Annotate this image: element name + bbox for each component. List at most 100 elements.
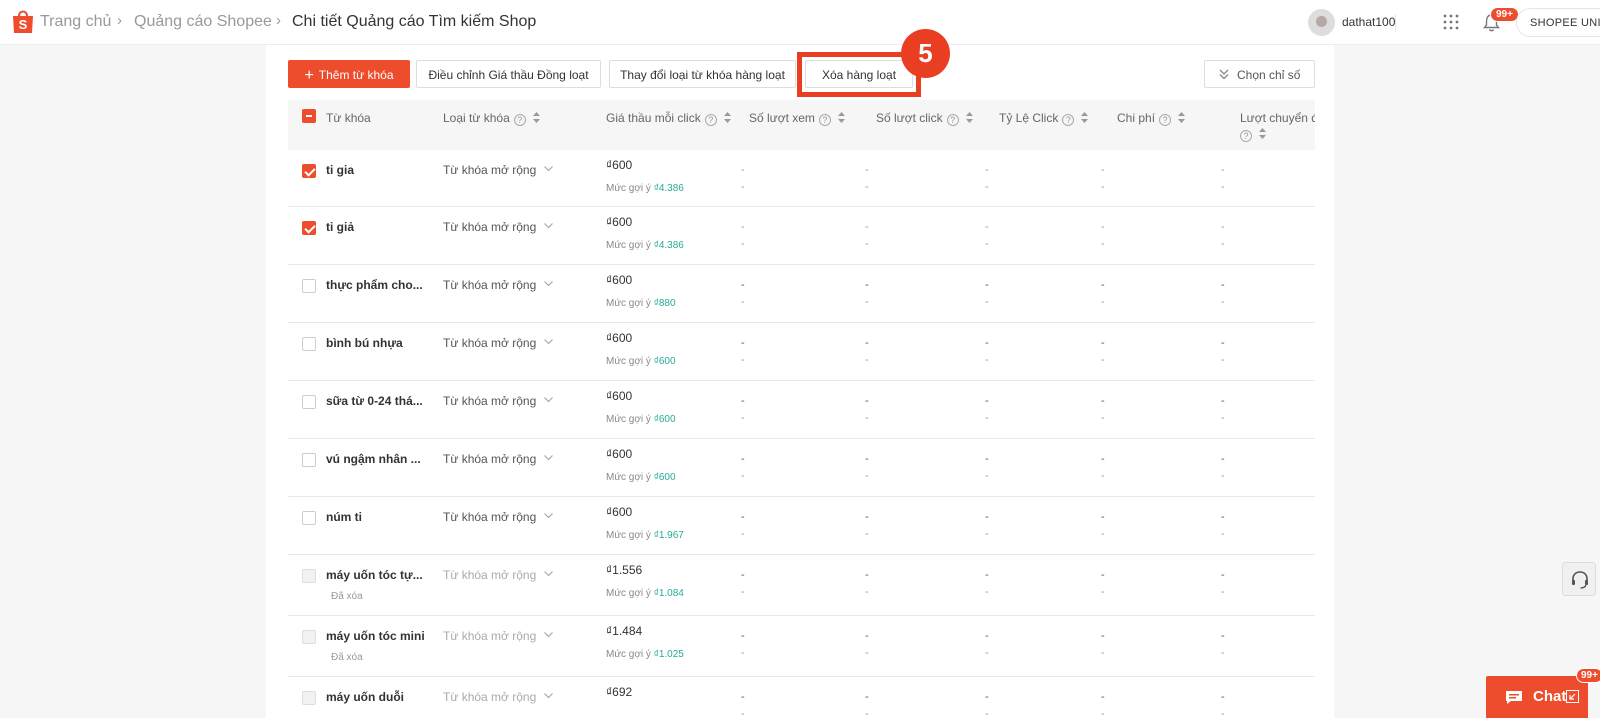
metric-sub-value: - [1221,470,1225,482]
sort-icon[interactable] [837,112,845,123]
keyword-type-value: Từ khóa mở rộng [443,690,537,704]
metric-value: - [741,511,745,523]
col-header-views[interactable]: Số lượt xem? [749,111,845,126]
keyword-type-dropdown[interactable]: Từ khóa mở rộng [443,394,554,408]
chevron-down-icon [544,397,554,403]
col-header-ctr[interactable]: Tỷ Lệ Click? [999,111,1089,126]
keyword-text: máy uốn tóc tự... [326,568,423,582]
metric-value: - [1221,395,1225,407]
row-checkbox[interactable] [302,279,316,293]
metric-value: - [741,221,745,233]
sort-icon[interactable] [1178,112,1186,123]
keyword-type-dropdown[interactable]: Từ khóa mở rộng [443,510,554,524]
keyword-text: núm ti [326,510,362,524]
bid-value[interactable]: ₫600 [606,215,632,229]
col-header-clicks[interactable]: Số lượt click? [876,111,973,126]
sort-icon[interactable] [965,112,973,123]
username[interactable]: dathat100 [1342,15,1395,29]
shopee-logo-icon[interactable]: S [12,8,34,34]
bid-value[interactable]: ₫600 [606,158,632,172]
keyword-type-dropdown: Từ khóa mở rộng [443,568,554,582]
metric-sub-value: - [985,708,989,718]
adjust-bid-bulk-button[interactable]: Điều chỉnh Giá thầu Đồng loạt [416,60,601,88]
add-keyword-button[interactable]: + Thêm từ khóa [288,60,410,88]
metric-value: - [1101,337,1105,349]
help-icon[interactable]: ? [818,114,831,126]
bid-value[interactable]: ₫600 [606,273,632,287]
shopee-uni-button[interactable]: SHOPEE UNI [1516,8,1600,37]
keyword-text: ti giả [326,220,355,234]
bid-value[interactable]: ₫1.484 [606,624,642,638]
metric-sub-value: - [865,586,869,598]
keyword-type-dropdown[interactable]: Từ khóa mở rộng [443,452,554,466]
sort-icon[interactable] [1081,112,1089,123]
sort-icon[interactable] [1259,128,1266,139]
suggested-bid-value: ₫4.386 [653,183,684,194]
metric-value: - [1221,279,1225,291]
bid-value[interactable]: ₫600 [606,331,632,345]
row-checkbox[interactable] [302,511,316,525]
metric-value: - [1221,453,1225,465]
help-icon[interactable]: ? [1240,130,1252,142]
row-checkbox[interactable] [302,164,316,178]
table-row: máy uốn tóc mini Đã xóa Từ khóa mở rộng ₫1.… [288,616,1315,677]
bid-value[interactable]: ₫1.556 [606,563,642,577]
metric-value: - [985,164,989,176]
help-icon[interactable]: ? [946,114,959,126]
chevron-right-icon: › [276,12,281,29]
keyword-type-value: Từ khóa mở rộng [443,452,537,466]
bid-value[interactable]: ₫600 [606,505,632,519]
keyword-type-dropdown[interactable]: Từ khóa mở rộng [443,278,554,292]
chat-button[interactable]: Chat [1486,676,1588,718]
row-checkbox[interactable] [302,221,316,235]
suggested-bid: Mức gợi ý ₫600 [606,356,676,367]
metric-value: - [741,630,745,642]
keyword-type-dropdown[interactable]: Từ khóa mở rộng [443,220,554,234]
col-header-type[interactable]: Loại từ khóa? [443,111,540,126]
apps-grid-icon[interactable] [1443,14,1459,30]
col-header-bid[interactable]: Giá thầu mỗi click? [606,111,731,126]
bid-value[interactable]: ₫600 [606,447,632,461]
col-header-views-label: Số lượt xem [749,111,815,125]
row-checkbox[interactable] [302,395,316,409]
minimize-chat-icon[interactable] [1566,690,1579,703]
keyword-type-value: Từ khóa mở rộng [443,336,537,350]
breadcrumb-shopee-ads-link[interactable]: Quảng cáo Shopee [134,13,272,31]
keyword-type-dropdown[interactable]: Từ khóa mở rộng [443,336,554,350]
col-header-conversions-controls: ? [1240,126,1266,142]
row-checkbox[interactable] [302,337,316,351]
table-row: sữa từ 0-24 thá... Từ khóa mở rộng ₫600 Mức… [288,381,1315,439]
keyword-type-dropdown: Từ khóa mở rộng [443,690,554,704]
keyword-type-dropdown[interactable]: Từ khóa mở rộng [443,163,554,177]
metric-sub-value: - [1101,181,1105,193]
col-header-conversions[interactable]: Lượt chuyển đổ [1240,111,1315,125]
breadcrumb-home-link[interactable]: Trang chủ [40,13,111,31]
change-keyword-type-bulk-button[interactable]: Thay đổi loại từ khóa hàng loạt [609,60,796,88]
choose-metrics-button[interactable]: Chọn chỉ số [1204,60,1315,88]
col-header-cost[interactable]: Chi phí? [1117,111,1186,126]
select-all-checkbox[interactable] [302,109,316,123]
help-icon[interactable]: ? [704,114,717,126]
metric-sub-value: - [865,296,869,308]
sort-icon[interactable] [723,112,731,123]
suggested-bid-label: Mức gợi ý [606,356,651,367]
double-chevron-down-icon [1219,69,1229,80]
table-row: vú ngậm nhân ... Từ khóa mở rộng ₫600 Mức g… [288,439,1315,497]
metric-sub-value: - [1221,181,1225,193]
bid-value[interactable]: ₫692 [606,685,632,699]
metric-sub-value: - [865,238,869,250]
support-button[interactable] [1562,562,1596,596]
bid-value[interactable]: ₫600 [606,389,632,403]
table-header: Từ khóa Loại từ khóa? Giá thầu mỗi click… [288,100,1315,150]
help-icon[interactable]: ? [1062,114,1075,126]
sort-icon[interactable] [532,112,540,123]
row-checkbox[interactable] [302,453,316,467]
user-avatar[interactable] [1308,9,1335,36]
metric-value: - [1221,164,1225,176]
keyword-type-value: Từ khóa mở rộng [443,510,537,524]
metric-sub-value: - [1221,296,1225,308]
suggested-bid-label: Mức gợi ý [606,649,651,660]
help-icon[interactable]: ? [1159,114,1172,126]
suggested-bid-label: Mức gợi ý [606,472,651,483]
help-icon[interactable]: ? [513,114,526,126]
